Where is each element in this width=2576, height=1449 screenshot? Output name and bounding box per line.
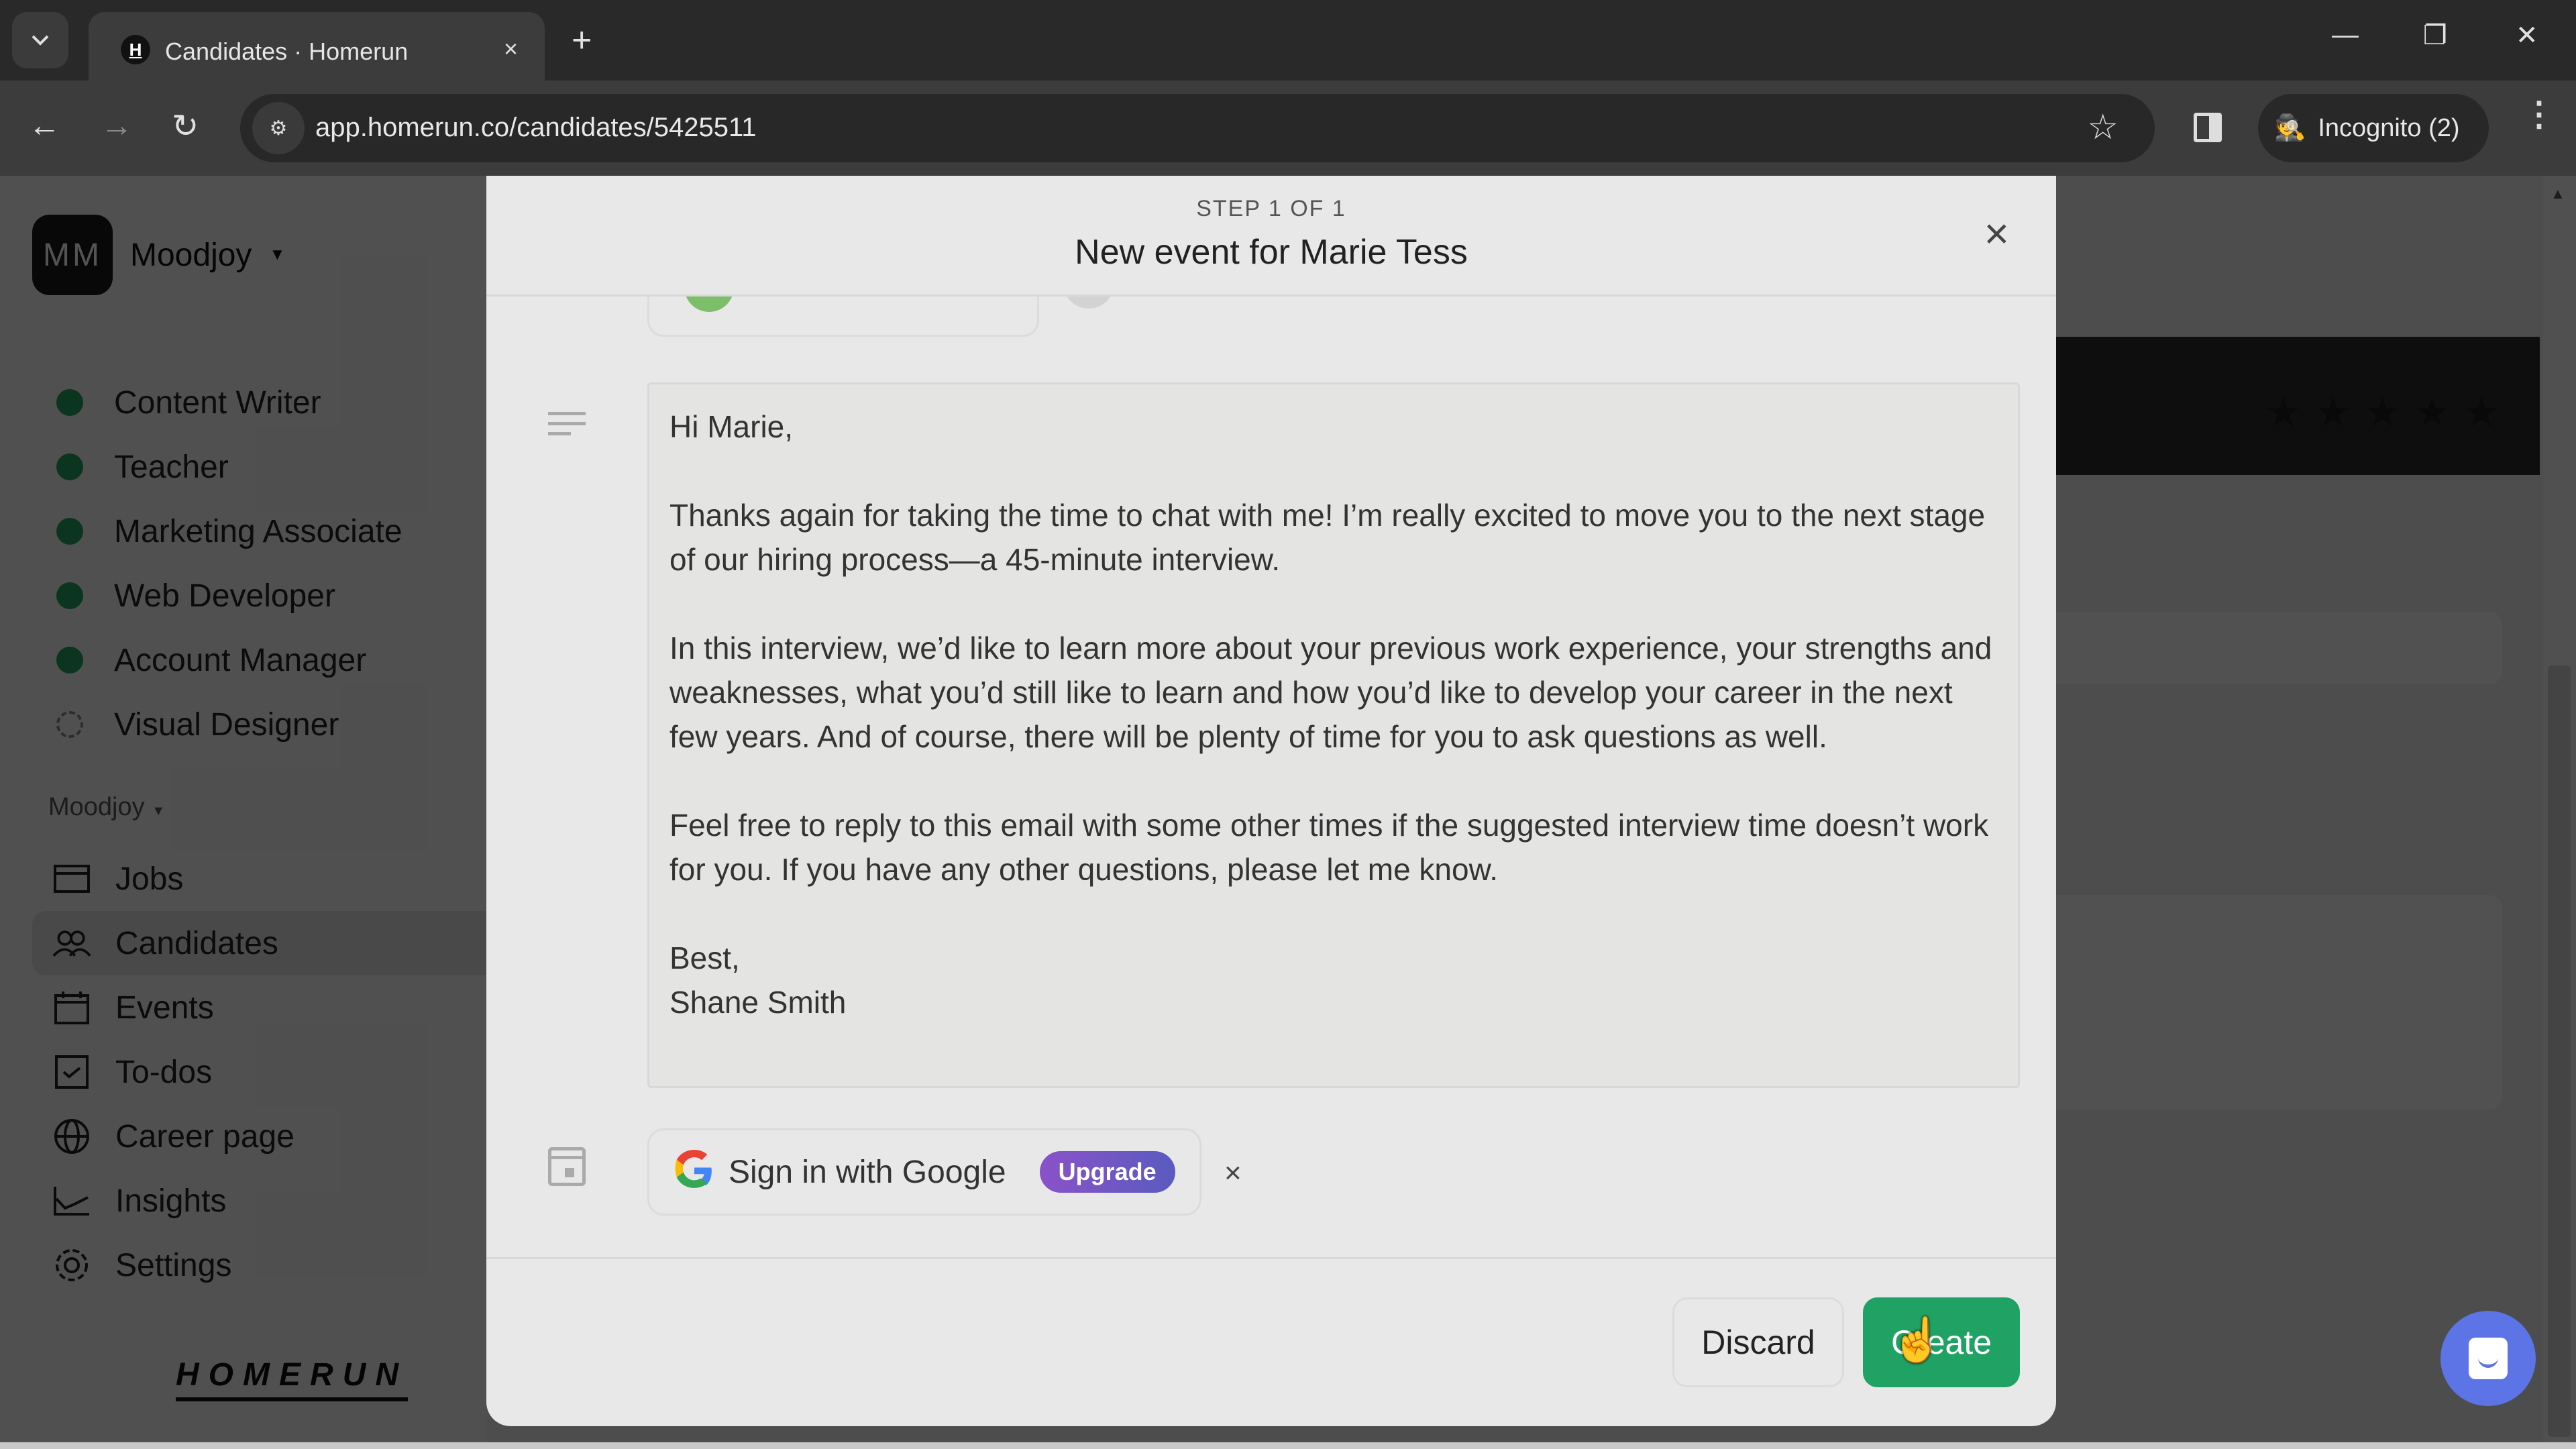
side-panel-icon[interactable] <box>2194 113 2222 142</box>
discard-button[interactable]: Discard <box>1672 1297 1844 1387</box>
description-icon <box>548 412 586 442</box>
modal-header: STEP 1 OF 1 New event for Marie Tess × <box>486 176 2056 297</box>
email-paragraph: Thanks again for taking the time to chat… <box>669 498 1986 577</box>
upgrade-badge[interactable]: Upgrade <box>1039 1151 1175 1193</box>
restore-button[interactable]: ❐ <box>2423 20 2447 51</box>
url-text[interactable]: app.homerun.co/candidates/5425511 <box>315 113 757 143</box>
browser-menu-icon[interactable]: ⋮ <box>2522 97 2556 131</box>
close-icon[interactable]: × <box>1984 212 2009 255</box>
browser-toolbar: ← → ↻ ⚙ app.homerun.co/candidates/542551… <box>0 80 2576 176</box>
minimize-button[interactable]: — <box>2332 20 2359 50</box>
dismiss-google-icon[interactable]: × <box>1224 1157 1242 1190</box>
bookmark-star-icon[interactable]: ☆ <box>2087 107 2118 148</box>
window-close-button[interactable]: ✕ <box>2516 20 2538 51</box>
email-signature: Shane Smith <box>669 985 847 1020</box>
browser-tab[interactable]: H Candidates · Homerun × <box>89 12 545 80</box>
google-signin-button[interactable]: Sign in with Google Upgrade <box>647 1128 1201 1216</box>
step-indicator: STEP 1 OF 1 <box>1196 196 1346 221</box>
back-button[interactable]: ← <box>28 107 60 144</box>
reload-button[interactable]: ↻ <box>172 107 199 145</box>
email-greeting: Hi Marie, <box>669 409 794 444</box>
email-body-editor[interactable]: Hi Marie, Thanks again for taking the ti… <box>647 382 2020 1088</box>
site-info-icon[interactable]: ⚙ <box>252 102 305 154</box>
email-signoff: Best, <box>669 941 740 975</box>
tab-close-button[interactable]: × <box>504 35 518 63</box>
forward-button[interactable]: → <box>101 107 133 144</box>
email-paragraph: In this interview, we’d like to learn mo… <box>669 631 1992 754</box>
new-event-modal: STEP 1 OF 1 New event for Marie Tess × H… <box>486 176 2056 1426</box>
google-g-icon <box>674 1149 715 1195</box>
tab-title: Candidates · Homerun <box>165 38 409 65</box>
incognito-icon: 🕵 <box>2274 114 2306 142</box>
hand-pointer-cursor-icon: ☝ <box>1890 1316 1944 1364</box>
new-tab-button[interactable]: + <box>572 20 592 60</box>
address-bar[interactable]: ⚙ app.homerun.co/candidates/5425511 ☆ <box>240 94 2155 162</box>
incognito-label: Incognito (2) <box>2318 113 2460 142</box>
google-signin-label: Sign in with Google <box>729 1154 1006 1190</box>
chat-bubble-icon <box>2469 1338 2508 1379</box>
footer-divider <box>486 1257 2056 1259</box>
incognito-indicator[interactable]: 🕵 Incognito (2) <box>2258 94 2489 162</box>
homerun-favicon-icon: H <box>121 35 150 64</box>
browser-tab-bar: H Candidates · Homerun × + — ❐ ✕ <box>0 0 2576 80</box>
support-chat-button[interactable] <box>2440 1311 2536 1406</box>
email-paragraph: Feel free to reply to this email with so… <box>669 808 1989 887</box>
modal-title: New event for Marie Tess <box>1075 233 1468 272</box>
tab-search-button[interactable] <box>12 12 68 68</box>
taskbar-edge <box>0 1442 2576 1449</box>
chevron-down-icon <box>32 35 49 46</box>
calendar-icon <box>548 1147 586 1186</box>
